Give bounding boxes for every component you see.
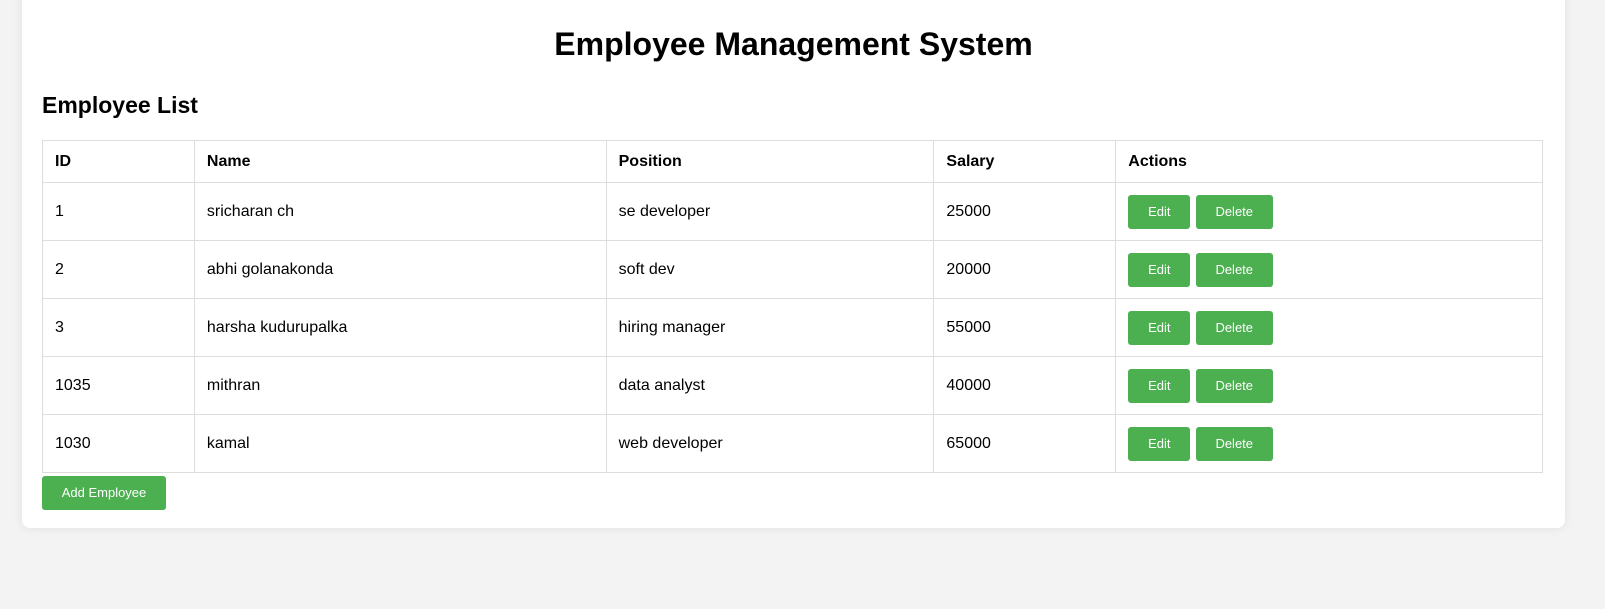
edit-button[interactable]: Edit <box>1128 426 1191 461</box>
cell-salary: 20000 <box>933 240 1117 299</box>
main-card: Employee Management System Employee List… <box>22 0 1565 528</box>
edit-button[interactable]: Edit <box>1128 310 1191 345</box>
cell-actions: Edit Delete <box>1115 182 1543 241</box>
delete-button[interactable]: Delete <box>1195 426 1273 461</box>
cell-actions: Edit Delete <box>1115 356 1543 415</box>
cell-id: 2 <box>42 240 195 299</box>
cell-salary: 40000 <box>933 356 1117 415</box>
table-row: 2 abhi golanakonda soft dev 20000 Edit D… <box>42 240 1543 299</box>
column-header-salary: Salary <box>933 140 1117 183</box>
column-header-name: Name <box>193 140 607 183</box>
employee-table: ID Name Position Salary Actions 1 sricha… <box>42 140 1543 473</box>
cell-name: abhi golanakonda <box>193 240 607 299</box>
cell-actions: Edit Delete <box>1115 298 1543 357</box>
column-header-actions: Actions <box>1115 140 1543 183</box>
cell-position: data analyst <box>605 356 935 415</box>
column-header-position: Position <box>605 140 935 183</box>
cell-actions: Edit Delete <box>1115 240 1543 299</box>
delete-button[interactable]: Delete <box>1195 252 1273 287</box>
edit-button[interactable]: Edit <box>1128 194 1191 229</box>
cell-id: 1 <box>42 182 195 241</box>
cell-position: web developer <box>605 414 935 473</box>
delete-button[interactable]: Delete <box>1195 310 1273 345</box>
table-row: 3 harsha kudurupalka hiring manager 5500… <box>42 298 1543 357</box>
cell-id: 1035 <box>42 356 195 415</box>
cell-actions: Edit Delete <box>1115 414 1543 473</box>
cell-id: 3 <box>42 298 195 357</box>
table-row: 1030 kamal web developer 65000 Edit Dele… <box>42 414 1543 473</box>
edit-button[interactable]: Edit <box>1128 368 1191 403</box>
cell-salary: 65000 <box>933 414 1117 473</box>
delete-button[interactable]: Delete <box>1195 368 1273 403</box>
cell-salary: 55000 <box>933 298 1117 357</box>
cell-position: hiring manager <box>605 298 935 357</box>
cell-id: 1030 <box>42 414 195 473</box>
table-row: 1 sricharan ch se developer 25000 Edit D… <box>42 182 1543 241</box>
cell-name: mithran <box>193 356 607 415</box>
delete-button[interactable]: Delete <box>1195 194 1273 229</box>
page-title: Employee Management System <box>554 26 1033 62</box>
cell-name: kamal <box>193 414 607 473</box>
cell-position: soft dev <box>605 240 935 299</box>
section-title: Employee List <box>42 92 198 118</box>
column-header-id: ID <box>42 140 195 183</box>
edit-button[interactable]: Edit <box>1128 252 1191 287</box>
table-row: 1035 mithran data analyst 40000 Edit Del… <box>42 356 1543 415</box>
cell-position: se developer <box>605 182 935 241</box>
cell-salary: 25000 <box>933 182 1117 241</box>
add-employee-button[interactable]: Add Employee <box>42 476 166 510</box>
cell-name: sricharan ch <box>193 182 607 241</box>
table-header-row: ID Name Position Salary Actions <box>42 140 1543 183</box>
cell-name: harsha kudurupalka <box>193 298 607 357</box>
